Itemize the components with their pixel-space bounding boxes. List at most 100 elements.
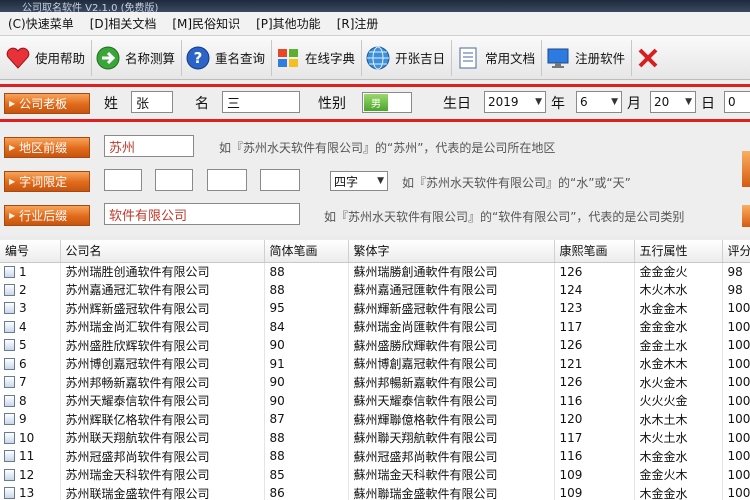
- table-row[interactable]: 2 苏州嘉通冠汇软件有限公司 88 蘇州嘉通冠匯軟件有限公司 124 木火木水 98: [0, 280, 750, 299]
- hour-value: 0: [728, 95, 736, 109]
- score-cell: 100: [722, 336, 750, 355]
- column-header-simplified-strokes[interactable]: 简体笔画: [264, 240, 349, 263]
- table-row[interactable]: 10 苏州联天翔航软件有限公司 88 蘇州聯天翔航軟件有限公司 117 木火土水 100: [0, 428, 750, 447]
- column-header-id[interactable]: 编号: [0, 240, 61, 263]
- table-row[interactable]: 4 苏州瑞金尚汇软件有限公司 84 蘇州瑞金尚匯軟件有限公司 117 金金金水 100: [0, 317, 750, 336]
- word-count-select[interactable]: 四字 ▼: [330, 171, 388, 191]
- help-button[interactable]: 使用帮助: [2, 39, 93, 76]
- simplified-strokes-cell: 91: [264, 354, 349, 373]
- chevron-down-icon: ▼: [535, 97, 542, 107]
- birthday-label: 生日: [443, 96, 471, 112]
- row-id-cell: 10: [0, 428, 61, 447]
- online-dictionary-button[interactable]: 在线字典: [272, 39, 363, 76]
- triangle-right-icon: ▶: [9, 99, 16, 108]
- column-header-five-elements[interactable]: 五行属性: [634, 240, 723, 263]
- register-software-button[interactable]: 注册软件: [542, 39, 633, 76]
- chevron-down-icon: ▼: [611, 97, 618, 107]
- year-select[interactable]: 2019 ▼: [484, 91, 546, 113]
- region-input[interactable]: 苏州: [104, 135, 194, 157]
- name-calc-button[interactable]: 名称测算: [92, 39, 183, 76]
- row-id-cell: 1: [0, 262, 61, 281]
- word-hint: 如『苏州水天软件有限公司』的“水”或“天”: [402, 176, 631, 190]
- column-header-company[interactable]: 公司名: [60, 240, 265, 263]
- gender-label: 性别: [318, 96, 346, 112]
- table-row[interactable]: 9 苏州辉联亿格软件有限公司 87 蘇州輝聯億格軟件有限公司 120 水木土木 100: [0, 410, 750, 429]
- word-input-1[interactable]: [104, 169, 142, 191]
- company-name-cell: 苏州联天翔航软件有限公司: [60, 428, 265, 447]
- side-panel-edge[interactable]: [742, 151, 750, 187]
- month-value: 6: [580, 95, 588, 109]
- industry-suffix-button[interactable]: ▶ 行业后缀: [4, 205, 90, 226]
- menu-other[interactable]: [P]其他功能: [248, 15, 329, 32]
- simplified-strokes-cell: 88: [264, 447, 349, 466]
- row-id-cell: 8: [0, 391, 61, 410]
- word-limit-button[interactable]: ▶ 字词限定: [4, 171, 90, 192]
- word-input-2[interactable]: [155, 169, 193, 191]
- traditional-name-cell: 蘇州天耀泰信軟件有限公司: [348, 391, 555, 410]
- help-button-label: 使用帮助: [35, 51, 86, 66]
- simplified-strokes-cell: 85: [264, 465, 349, 484]
- score-cell: 98: [722, 262, 750, 281]
- industry-input[interactable]: 软件有限公司: [104, 203, 300, 225]
- row-id-cell: 6: [0, 354, 61, 373]
- side-panel-edge-lower[interactable]: [742, 205, 750, 227]
- score-cell: 100: [722, 299, 750, 318]
- hour-select[interactable]: 0: [724, 91, 750, 113]
- common-docs-button[interactable]: 常用文档: [452, 39, 543, 76]
- row-id: 10: [19, 430, 35, 445]
- column-header-score[interactable]: 评分: [722, 240, 750, 263]
- table-row[interactable]: 12 苏州瑞金天科软件有限公司 85 蘇州瑞金天科軟件有限公司 109 金金火木 100: [0, 465, 750, 484]
- forward-arrow-icon: [95, 45, 121, 71]
- opening-date-button[interactable]: 开张吉日: [362, 39, 453, 76]
- surname-input[interactable]: 张: [131, 91, 173, 113]
- score-cell: 100: [722, 373, 750, 392]
- duplicate-search-button[interactable]: ? 重名查询: [182, 39, 273, 76]
- close-button[interactable]: [632, 40, 671, 76]
- owner-button[interactable]: ▶ 公司老板: [4, 93, 90, 114]
- word-input-4[interactable]: [260, 169, 300, 191]
- given-name-input[interactable]: 三: [222, 91, 300, 113]
- column-header-kangxi-strokes[interactable]: 康熙笔画: [554, 240, 635, 263]
- row-document-icon: [4, 283, 15, 296]
- company-name-cell: 苏州天耀泰信软件有限公司: [60, 391, 265, 410]
- svg-text:?: ?: [194, 49, 203, 67]
- table-row[interactable]: 5 苏州盛胜欣辉软件有限公司 90 蘇州盛勝欣輝軟件有限公司 126 金金土水 100: [0, 336, 750, 355]
- row-document-icon: [4, 302, 15, 315]
- row-document-icon: [4, 376, 15, 389]
- month-select[interactable]: 6 ▼: [576, 91, 622, 113]
- row-document-icon: [4, 339, 15, 352]
- company-name-cell: 苏州联瑞金盛软件有限公司: [60, 484, 265, 500]
- day-value: 20: [654, 95, 670, 109]
- menu-quick[interactable]: (C)快速菜单: [0, 15, 82, 32]
- table-row[interactable]: 1 苏州瑞胜创通软件有限公司 88 蘇州瑞勝創通軟件有限公司 126 金金金火 98: [0, 262, 750, 281]
- menu-docs[interactable]: [D]相关文档: [82, 15, 165, 32]
- day-select[interactable]: 20 ▼: [650, 91, 696, 113]
- word-input-3[interactable]: [207, 169, 247, 191]
- column-header-traditional[interactable]: 繁体字: [348, 240, 555, 263]
- row-id: 5: [19, 338, 27, 353]
- traditional-name-cell: 蘇州聯天翔航軟件有限公司: [348, 428, 555, 447]
- table-row[interactable]: 13 苏州联瑞金盛软件有限公司 86 蘇州聯瑞金盛軟件有限公司 109 木金金水 100: [0, 484, 750, 500]
- table-row[interactable]: 8 苏州天耀泰信软件有限公司 90 蘇州天耀泰信軟件有限公司 116 火火火金 100: [0, 391, 750, 410]
- row-id-cell: 11: [0, 447, 61, 466]
- five-elements-cell: 水木土木: [634, 410, 723, 429]
- gender-toggle-knob: 男: [364, 94, 388, 111]
- row-document-icon: [4, 394, 15, 407]
- red-divider-top: [0, 84, 750, 87]
- row-id: 4: [19, 319, 27, 334]
- simplified-strokes-cell: 90: [264, 336, 349, 355]
- table-row[interactable]: 3 苏州辉新盛冠软件有限公司 95 蘇州輝新盛冠軟件有限公司 123 水金金木 100: [0, 299, 750, 318]
- table-row[interactable]: 11 苏州冠盛邦尚软件有限公司 88 蘇州冠盛邦尚軟件有限公司 116 木金金水 100: [0, 447, 750, 466]
- table-row[interactable]: 7 苏州邦畅新嘉软件有限公司 90 蘇州邦暢新嘉軟件有限公司 126 水火金木 100: [0, 373, 750, 392]
- surname-label: 姓: [104, 96, 118, 112]
- menu-folk[interactable]: [M]民俗知识: [164, 15, 248, 32]
- red-divider-middle: [0, 119, 750, 122]
- gender-toggle[interactable]: 男: [362, 92, 412, 113]
- table-row[interactable]: 6 苏州博创嘉冠软件有限公司 91 蘇州博創嘉冠軟件有限公司 121 水金木木 100: [0, 354, 750, 373]
- five-elements-cell: 木金金水: [634, 447, 723, 466]
- company-name-cell: 苏州博创嘉冠软件有限公司: [60, 354, 265, 373]
- region-prefix-button[interactable]: ▶ 地区前缀: [4, 137, 90, 158]
- menu-register[interactable]: [R]注册: [329, 15, 387, 32]
- document-icon: [455, 45, 481, 71]
- name-form: ▶ 公司老板 姓 张 名 三 性别 男 生日 2019 ▼ 年 6 ▼ 月 20 ▼ …: [0, 81, 750, 236]
